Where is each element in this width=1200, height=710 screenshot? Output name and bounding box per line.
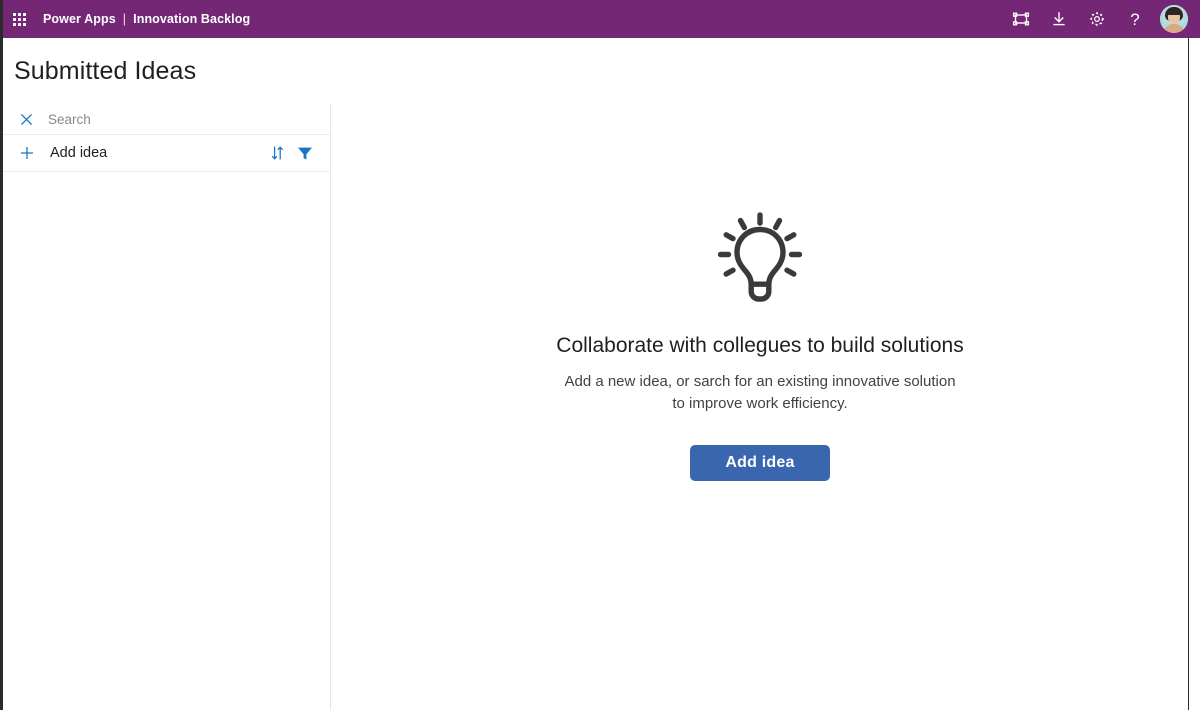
search-row [3, 104, 330, 135]
add-idea-row: Add idea [3, 135, 330, 172]
app-launcher-waffle-icon[interactable] [0, 0, 38, 38]
empty-state-area: Collaborate with collegues to build solu… [332, 104, 1188, 710]
empty-state-title: Collaborate with collegues to build solu… [556, 334, 964, 357]
brand-area[interactable]: Power Apps | Innovation Backlog [43, 12, 250, 26]
avatar-fringe [1167, 9, 1181, 15]
lightbulb-icon [705, 202, 815, 312]
ideas-list[interactable] [3, 172, 330, 702]
top-command-bar: Power Apps | Innovation Backlog ? [0, 0, 1200, 38]
window-right-edge [1188, 38, 1189, 710]
search-input[interactable] [48, 111, 278, 127]
page-title: Submitted Ideas [14, 56, 197, 85]
download-icon[interactable] [1040, 0, 1078, 38]
app-window: Power Apps | Innovation Backlog ? Submit… [0, 0, 1200, 710]
topbar-actions: ? [1002, 0, 1194, 38]
empty-state-subtitle: Add a new idea, or sarch for an existing… [564, 373, 956, 412]
fit-to-screen-icon[interactable] [1002, 0, 1040, 38]
brand-name: Power Apps [43, 12, 116, 26]
avatar[interactable] [1160, 5, 1188, 33]
filter-funnel-icon[interactable] [294, 142, 316, 164]
ideas-list-panel: Add idea [3, 104, 331, 710]
settings-gear-icon[interactable] [1078, 0, 1116, 38]
help-icon[interactable]: ? [1116, 0, 1154, 38]
brand-separator: | [122, 12, 127, 26]
add-idea-button[interactable]: Add idea [690, 445, 830, 481]
add-idea-label[interactable]: Add idea [50, 145, 107, 161]
window-right-fill [1189, 38, 1200, 710]
waffle-grid [12, 12, 26, 26]
page-header: Submitted Ideas [3, 38, 1188, 104]
sort-arrows-icon[interactable] [266, 142, 288, 164]
window-left-edge [0, 0, 3, 710]
close-x-icon[interactable] [19, 112, 34, 127]
app-name: Innovation Backlog [133, 12, 251, 26]
avatar-body [1164, 24, 1184, 33]
help-glyph: ? [1130, 9, 1140, 29]
plus-icon[interactable] [20, 146, 34, 160]
